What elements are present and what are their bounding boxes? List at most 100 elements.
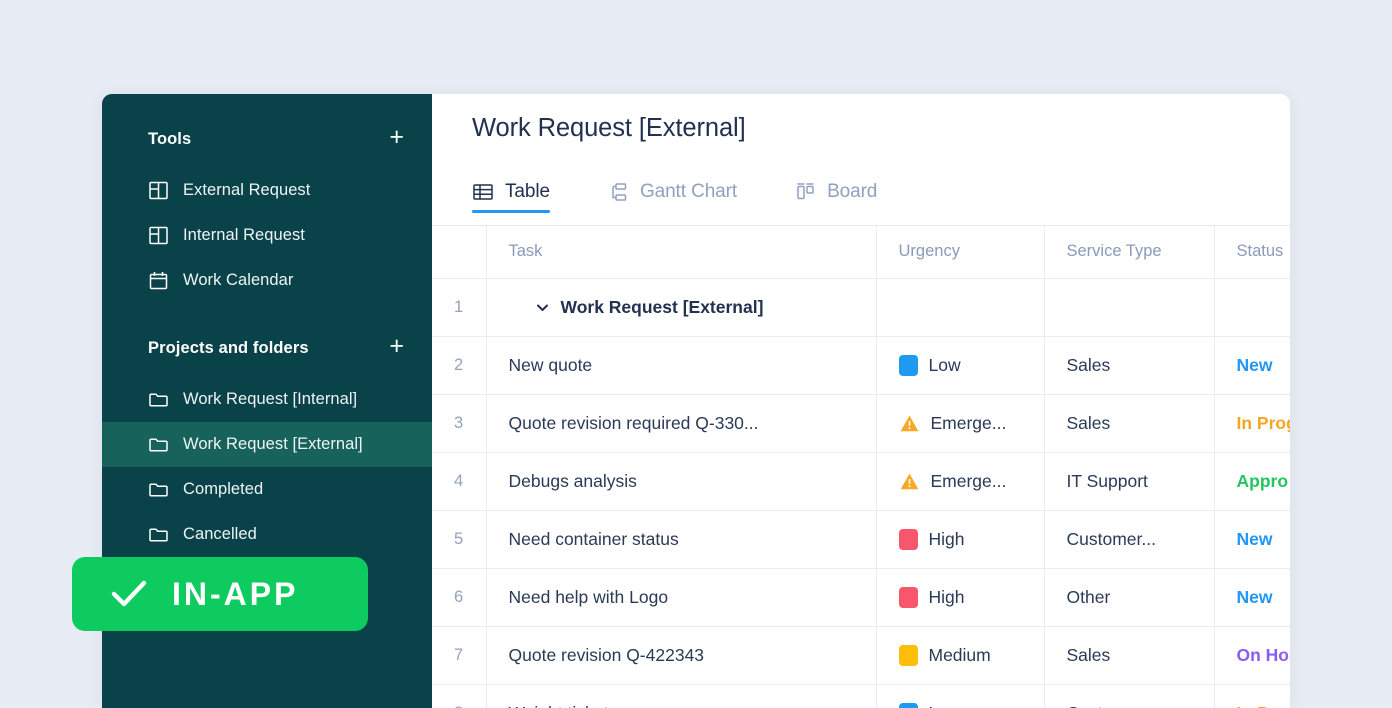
status-cell[interactable]: New: [1214, 568, 1290, 626]
sidebar-item-cancelled[interactable]: Cancelled: [102, 512, 432, 557]
task-cell[interactable]: Need help with Logo: [486, 568, 876, 626]
column-header-urgency[interactable]: Urgency: [876, 226, 1044, 278]
task-label: New quote: [509, 355, 593, 375]
tab-label: Board: [827, 181, 877, 203]
sidebar-item-internal-request[interactable]: Internal Request: [102, 213, 432, 258]
service-type-label: Customer...: [1067, 529, 1156, 549]
urgency-cell[interactable]: Emerge...: [876, 452, 1044, 510]
service-type-cell[interactable]: Sales: [1044, 626, 1214, 684]
task-label: Need help with Logo: [509, 587, 669, 607]
add-project-button[interactable]: +: [389, 334, 404, 362]
table-row[interactable]: 6 Need help with Logo High: [432, 568, 1290, 626]
task-cell[interactable]: Need container status: [486, 510, 876, 568]
table-scroll-region[interactable]: Task Urgency Service Type Status 1: [432, 225, 1290, 708]
status-cell[interactable]: [1214, 278, 1290, 336]
status-cell[interactable]: In Pro: [1214, 684, 1290, 708]
service-type-cell[interactable]: IT Support: [1044, 452, 1214, 510]
chevron-down-icon[interactable]: [535, 300, 550, 315]
sidebar-item-label: Internal Request: [183, 226, 305, 245]
sidebar-spacer: [102, 303, 432, 333]
service-type-cell[interactable]: Customer: [1044, 684, 1214, 708]
sidebar-item-label: Work Request [External]: [183, 435, 363, 454]
urgency-cell[interactable]: Low: [876, 684, 1044, 708]
sidebar-item-completed[interactable]: Completed: [102, 467, 432, 512]
task-cell[interactable]: Debugs analysis: [486, 452, 876, 510]
task-cell[interactable]: Work Request [External]: [486, 278, 876, 336]
row-number: 2: [432, 336, 486, 394]
service-type-cell[interactable]: Customer...: [1044, 510, 1214, 568]
urgency-cell[interactable]: High: [876, 568, 1044, 626]
task-cell[interactable]: Weight tickets: [486, 684, 876, 708]
table-row[interactable]: 4 Debugs analysis: [432, 452, 1290, 510]
urgency-cell[interactable]: [876, 278, 1044, 336]
service-type-label: Sales: [1067, 413, 1111, 433]
row-number: 3: [432, 394, 486, 452]
table-body: 1 Work Request [External]: [432, 278, 1290, 708]
sidebar-item-label: Work Request [Internal]: [183, 390, 357, 409]
tab-board[interactable]: Board: [794, 171, 877, 213]
column-header-status[interactable]: Status: [1214, 226, 1290, 278]
square-swatch-icon: [899, 587, 918, 608]
tab-table[interactable]: Table: [472, 171, 550, 213]
work-request-table: Task Urgency Service Type Status 1: [432, 226, 1290, 708]
status-cell[interactable]: In Prog: [1214, 394, 1290, 452]
table-row[interactable]: 8 Weight tickets Low C: [432, 684, 1290, 708]
sidebar-section-projects-header: Projects and folders +: [102, 333, 432, 363]
status-cell[interactable]: Appro: [1214, 452, 1290, 510]
table-row[interactable]: 5 Need container status High: [432, 510, 1290, 568]
sidebar-item-label: External Request: [183, 181, 310, 200]
table-row[interactable]: 7 Quote revision Q-422343 Medium: [432, 626, 1290, 684]
sidebar-item-work-calendar[interactable]: Work Calendar: [102, 258, 432, 303]
task-cell[interactable]: Quote revision Q-422343: [486, 626, 876, 684]
urgency-cell[interactable]: Low: [876, 336, 1044, 394]
tab-gantt-chart[interactable]: Gantt Chart: [607, 171, 737, 213]
urgency-cell[interactable]: Emerge...: [876, 394, 1044, 452]
column-header-rownum[interactable]: [432, 226, 486, 278]
status-cell[interactable]: New: [1214, 510, 1290, 568]
status-cell[interactable]: On Ho: [1214, 626, 1290, 684]
status-badge: In Pro: [1237, 703, 1287, 708]
status-badge: New: [1237, 529, 1273, 549]
service-type-cell[interactable]: [1044, 278, 1214, 336]
column-header-service-type[interactable]: Service Type: [1044, 226, 1214, 278]
task-label: Debugs analysis: [509, 471, 637, 491]
table-head: Task Urgency Service Type Status: [432, 226, 1290, 278]
task-cell[interactable]: Quote revision required Q-330...: [486, 394, 876, 452]
in-app-badge: IN-APP: [72, 557, 368, 631]
table-row[interactable]: 1 Work Request [External]: [432, 278, 1290, 336]
urgency-label: Emerge...: [931, 413, 1007, 434]
row-number: 6: [432, 568, 486, 626]
urgency-cell[interactable]: High: [876, 510, 1044, 568]
urgency-label: Emerge...: [931, 471, 1007, 492]
table-row[interactable]: 2 New quote Low Sales: [432, 336, 1290, 394]
row-number: 7: [432, 626, 486, 684]
status-cell[interactable]: New: [1214, 336, 1290, 394]
status-badge: In Prog: [1237, 413, 1291, 433]
column-header-task[interactable]: Task: [486, 226, 876, 278]
folder-icon: [148, 389, 169, 410]
urgency-label: High: [929, 587, 965, 608]
status-badge: On Ho: [1237, 645, 1290, 665]
row-number: 5: [432, 510, 486, 568]
sidebar-item-work-request-external[interactable]: Work Request [External]: [102, 422, 432, 467]
square-swatch-icon: [899, 355, 918, 376]
urgency-cell[interactable]: Medium: [876, 626, 1044, 684]
square-swatch-icon: [899, 703, 918, 708]
service-type-cell[interactable]: Sales: [1044, 336, 1214, 394]
sidebar-item-work-request-internal[interactable]: Work Request [Internal]: [102, 377, 432, 422]
urgency-label: Medium: [929, 645, 991, 666]
warning-triangle-icon: [899, 471, 920, 492]
screenshot-root: Tools + External Request: [0, 0, 1392, 708]
task-label: Weight tickets: [509, 703, 618, 708]
task-label: Work Request [External]: [561, 297, 764, 318]
service-type-cell[interactable]: Sales: [1044, 394, 1214, 452]
service-type-cell[interactable]: Other: [1044, 568, 1214, 626]
main-panel: Work Request [External] Table: [432, 94, 1290, 708]
task-cell[interactable]: New quote: [486, 336, 876, 394]
check-icon: [108, 573, 150, 615]
table-row[interactable]: 3 Quote revision required Q-330...: [432, 394, 1290, 452]
add-tool-button[interactable]: +: [389, 125, 404, 153]
sidebar-item-external-request[interactable]: External Request: [102, 168, 432, 213]
square-swatch-icon: [899, 529, 918, 550]
layout-panel-icon: [148, 180, 169, 201]
